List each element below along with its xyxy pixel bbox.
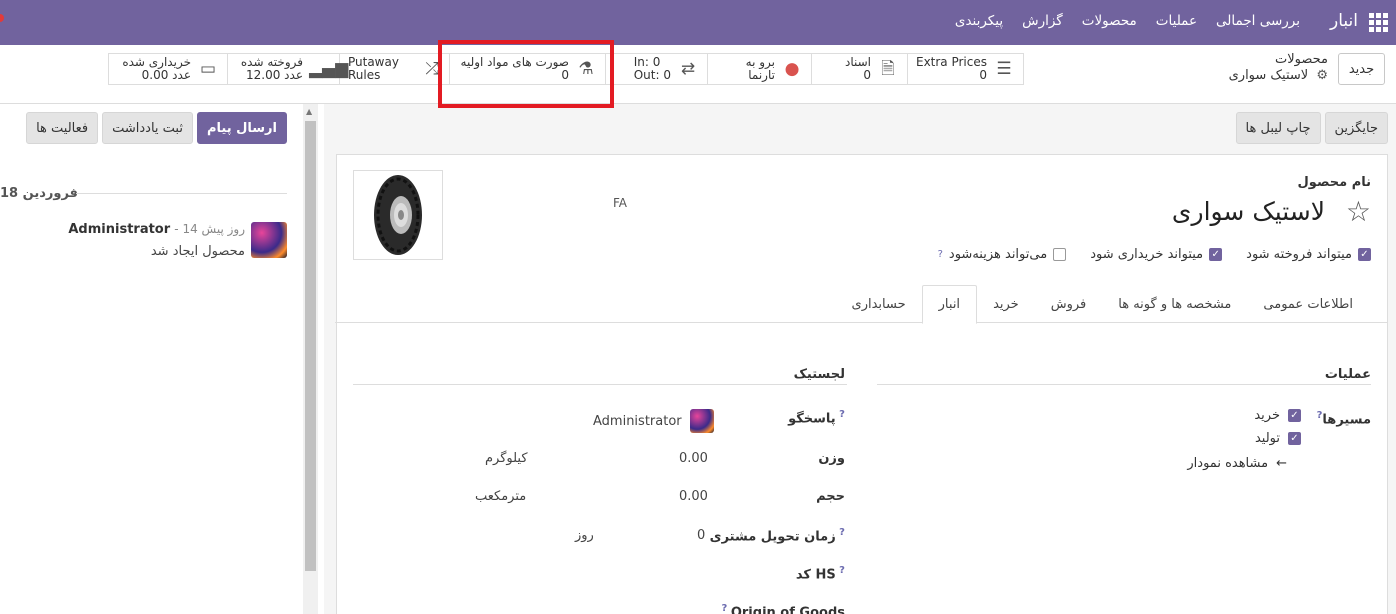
help-icon[interactable]: ? bbox=[938, 249, 943, 260]
volume-field[interactable]: 0.00 bbox=[679, 489, 708, 504]
logistics-section-title: لجستیک bbox=[353, 367, 847, 385]
responsible-label: پاسخگو ? bbox=[788, 409, 845, 427]
card-icon: ▭ bbox=[199, 58, 217, 79]
smart-button-extra-prices[interactable]: ☰ Extra Prices 0 bbox=[906, 54, 1023, 84]
weight-unit: کیلوگرم bbox=[485, 451, 528, 466]
tab-purchase[interactable]: خرید bbox=[977, 285, 1035, 323]
customer-lead-time-field[interactable]: 0 bbox=[697, 528, 705, 543]
product-name[interactable]: لاستیک سواری bbox=[1172, 197, 1325, 226]
view-diagram-link[interactable]: ← مشاهده نمودار bbox=[1187, 456, 1287, 471]
smart-button-website[interactable]: ● برو به تارنما bbox=[706, 54, 811, 84]
chart-icon: ▂▄▆ bbox=[308, 58, 349, 79]
form-sheet: FA نام محصول لاستیک سواری ☆ ✓ میتواند فرو… bbox=[335, 154, 1388, 614]
print-labels-button[interactable]: چاپ لیبل ها bbox=[1235, 112, 1321, 144]
product-flags: ✓ میتواند فروخته شود ✓ میتواند خریداری شود… bbox=[938, 247, 1371, 262]
weight-field[interactable]: 0.00 bbox=[679, 451, 708, 466]
tire-icon bbox=[374, 175, 422, 255]
globe-icon: ● bbox=[784, 58, 800, 79]
list-icon: ☰ bbox=[996, 58, 1012, 79]
smart-button-documents[interactable]: 🗎 اسناد 0 bbox=[810, 54, 907, 84]
breadcrumb-current: لاستیک سواری bbox=[1228, 68, 1309, 83]
tab-inventory[interactable]: انبار bbox=[921, 285, 978, 324]
scrollbar-thumb[interactable] bbox=[305, 121, 316, 571]
chatter: ارسال پیام ثبت یادداشت فعالیت ها 18 فرور… bbox=[0, 104, 303, 614]
smart-button-sold[interactable]: ▂▄▆ فروخته شده 12.00 عدد bbox=[226, 54, 349, 84]
menu-products[interactable]: محصولات bbox=[1082, 13, 1137, 29]
language-badge[interactable]: FA bbox=[613, 196, 627, 210]
app-brand[interactable]: انبار bbox=[1330, 11, 1358, 31]
log-note-button[interactable]: ثبت یادداشت bbox=[102, 112, 193, 144]
form-area: جایگزین چاپ لیبل ها FA نام محصول لاستیک … bbox=[324, 104, 1396, 614]
star-icon[interactable]: ☆ bbox=[1346, 195, 1371, 228]
tab-general-info[interactable]: اطلاعات عمومی bbox=[1247, 285, 1369, 323]
product-image[interactable] bbox=[353, 170, 443, 260]
checkbox-checked-icon[interactable]: ✓ bbox=[1288, 432, 1301, 445]
highlight-box bbox=[438, 40, 614, 108]
menu-operations[interactable]: عملیات bbox=[1156, 13, 1197, 29]
lead-time-unit: روز bbox=[575, 528, 594, 543]
scrollbar[interactable]: ▲ bbox=[303, 104, 318, 614]
breadcrumb-parent[interactable]: محصولات bbox=[1229, 52, 1328, 68]
smart-button-in-out[interactable]: ⇄ In: 0 Out: 0 bbox=[604, 54, 707, 84]
form-tabs: اطلاعات عمومی مشخصه ها و گونه ها فروش خر… bbox=[335, 285, 1387, 324]
operations-section-title: عملیات bbox=[877, 367, 1371, 385]
volume-unit: مترمکعب bbox=[475, 489, 527, 504]
product-name-label: نام محصول bbox=[1297, 175, 1371, 190]
menu-configuration[interactable]: پیکربندی bbox=[955, 13, 1003, 29]
transfer-icon: ⇄ bbox=[680, 58, 696, 79]
message-body: محصول ایجاد شد bbox=[150, 244, 245, 259]
apps-grid-icon[interactable] bbox=[1369, 13, 1388, 32]
hs-code-label: کد HS ? bbox=[795, 565, 845, 583]
route-buy[interactable]: ✓ خرید bbox=[1254, 408, 1301, 423]
activities-button[interactable]: فعالیت ها bbox=[26, 112, 99, 144]
checkbox-checked-icon[interactable]: ✓ bbox=[1288, 409, 1301, 422]
origin-of-goods-label: ? Origin of Goods bbox=[721, 603, 845, 614]
gear-icon[interactable]: ⚙ bbox=[1316, 68, 1328, 83]
tab-attributes-variants[interactable]: مشخصه ها و گونه ها bbox=[1102, 285, 1247, 323]
replace-button[interactable]: جایگزین bbox=[1324, 112, 1388, 144]
new-button[interactable]: جدید bbox=[1338, 53, 1385, 85]
breadcrumb: محصولات لاستیک سواری ⚙ bbox=[1229, 52, 1328, 84]
message-author: Administrator - 14 روز پیش bbox=[68, 222, 245, 237]
checkbox-unchecked-icon[interactable] bbox=[1053, 248, 1067, 261]
weight-label: وزن bbox=[818, 451, 845, 466]
notification-dot-icon bbox=[0, 14, 4, 22]
main-menu: بررسی اجمالی عملیات محصولات گزارش پیکربن… bbox=[955, 13, 1300, 29]
control-panel: جدید محصولات لاستیک سواری ⚙ ☰ Extra Pric… bbox=[0, 45, 1396, 104]
document-icon: 🗎 bbox=[881, 58, 895, 79]
send-message-button[interactable]: ارسال پیام bbox=[196, 112, 287, 144]
tab-accounting[interactable]: حسابداری bbox=[836, 285, 922, 323]
responsible-field[interactable]: Administrator bbox=[593, 409, 714, 433]
can-be-purchased-checkbox[interactable]: ✓ میتواند خریداری شود bbox=[1090, 247, 1223, 262]
can-be-sold-checkbox[interactable]: ✓ میتواند فروخته شود bbox=[1246, 247, 1371, 262]
can-be-expensed-checkbox[interactable]: می‌تواند هزینه‌شود? bbox=[938, 247, 1067, 262]
avatar[interactable] bbox=[251, 222, 287, 258]
smart-button-purchased[interactable]: ▭ خریداری شده 0.00 عدد bbox=[109, 54, 227, 84]
route-manufacture[interactable]: ✓ تولید bbox=[1255, 431, 1301, 446]
volume-label: حجم bbox=[816, 489, 845, 504]
scroll-up-icon[interactable]: ▲ bbox=[306, 107, 312, 116]
tab-sales[interactable]: فروش bbox=[1035, 285, 1103, 323]
date-divider bbox=[76, 193, 287, 194]
arrow-left-icon: ← bbox=[1276, 456, 1287, 471]
chatter-date: 18 فروردین bbox=[0, 186, 79, 201]
menu-overview[interactable]: بررسی اجمالی bbox=[1216, 13, 1300, 29]
customer-lead-time-label: زمان تحویل مشتری ? bbox=[709, 527, 845, 545]
menu-reporting[interactable]: گزارش bbox=[1022, 13, 1063, 29]
checkbox-checked-icon[interactable]: ✓ bbox=[1209, 248, 1223, 261]
avatar bbox=[689, 409, 714, 433]
top-navbar: انبار بررسی اجمالی عملیات محصولات گزارش … bbox=[0, 0, 1396, 45]
smart-button-putaway[interactable]: ⤮ Putaway Rules bbox=[338, 54, 449, 84]
checkbox-checked-icon[interactable]: ✓ bbox=[1358, 248, 1371, 261]
routes-label: ?مسیرها bbox=[1316, 410, 1371, 428]
